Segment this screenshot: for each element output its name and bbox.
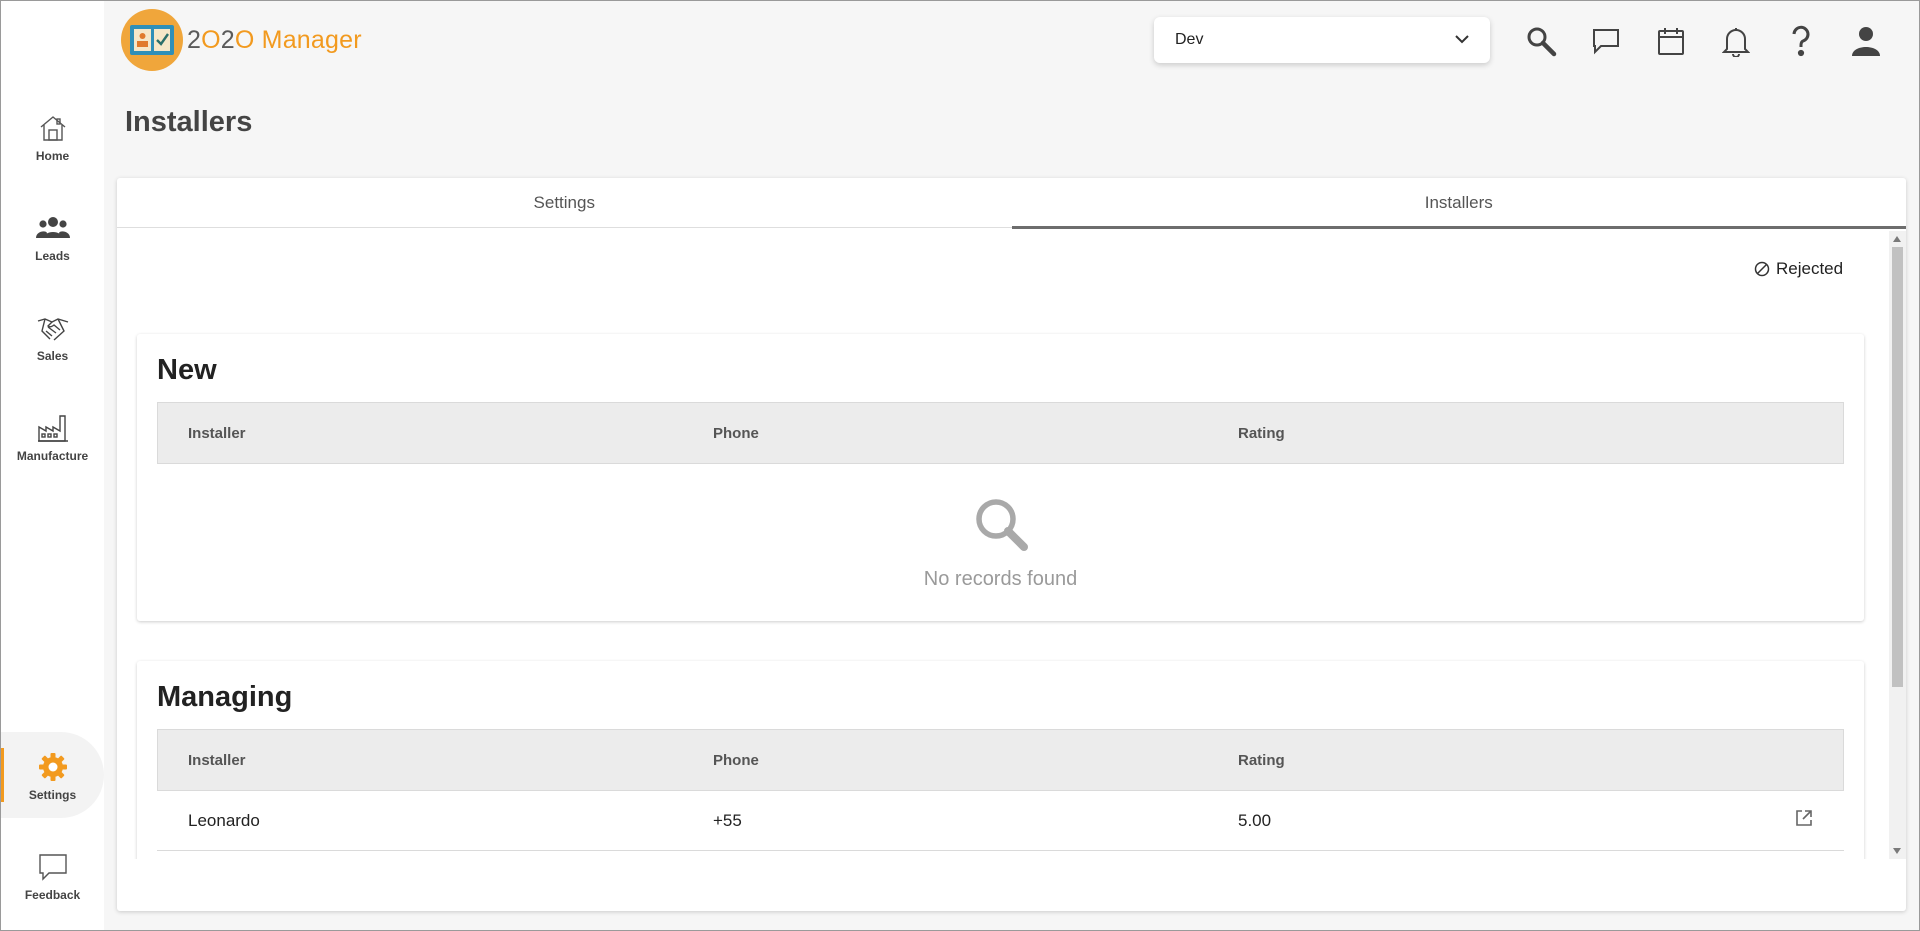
home-icon: [35, 110, 71, 146]
table-row[interactable]: Leonardo +55 5.00: [157, 791, 1844, 851]
section-title: New: [157, 354, 217, 386]
sidebar: Home Leads Sales Manufacture Settings Fe…: [1, 1, 104, 930]
handshake-icon: [35, 310, 71, 346]
rejected-label: Rejected: [1776, 259, 1844, 278]
sidebar-item-label: Settings: [28, 787, 77, 802]
user-icon[interactable]: [1846, 21, 1886, 61]
sidebar-item-manufacture[interactable]: Manufacture: [1, 393, 104, 479]
main-card: Settings Installers Rejected New Install…: [117, 178, 1906, 911]
chat-icon[interactable]: [1586, 21, 1626, 61]
column-header-installer[interactable]: Installer: [188, 425, 246, 442]
sidebar-item-home[interactable]: Home: [1, 93, 104, 179]
environment-select[interactable]: Dev: [1154, 17, 1490, 63]
search-icon[interactable]: [1521, 21, 1561, 61]
empty-state-text: No records found: [923, 568, 1078, 590]
people-icon: [35, 210, 71, 246]
table-header: Installer Phone Rating: [157, 729, 1844, 791]
header-toolbar: [1521, 21, 1911, 61]
logo-badge-icon: [121, 9, 183, 71]
scroll-down-icon[interactable]: [1893, 848, 1901, 854]
section-title: Managing: [157, 681, 293, 713]
environment-value: Dev: [1175, 31, 1204, 48]
open-in-new-icon[interactable]: [1794, 808, 1814, 833]
bell-icon[interactable]: [1716, 21, 1756, 61]
column-header-phone[interactable]: Phone: [713, 752, 759, 769]
sidebar-item-label: Home: [35, 148, 70, 163]
sidebar-item-sales[interactable]: Sales: [1, 293, 104, 379]
scroll-up-icon[interactable]: [1893, 236, 1901, 242]
column-header-rating[interactable]: Rating: [1238, 425, 1285, 442]
search-icon: [972, 495, 1030, 558]
table-header: Installer Phone Rating: [157, 402, 1844, 464]
sidebar-item-settings[interactable]: Settings: [1, 732, 104, 818]
sidebar-item-label: Manufacture: [16, 448, 89, 463]
rating-cell: 5.00: [1238, 810, 1272, 830]
empty-state: No records found: [157, 464, 1844, 622]
new-table: Installer Phone Rating No records found: [157, 402, 1844, 622]
vertical-scrollbar[interactable]: [1889, 231, 1906, 859]
scroll-thumb[interactable]: [1892, 247, 1903, 687]
column-header-installer[interactable]: Installer: [188, 752, 246, 769]
section-new: New Installer Phone Rating No records fo…: [137, 334, 1864, 621]
column-header-rating[interactable]: Rating: [1238, 752, 1285, 769]
rejected-button[interactable]: Rejected: [1754, 259, 1843, 279]
sidebar-item-leads[interactable]: Leads: [1, 193, 104, 279]
logo-text: 2O2O Manager: [187, 25, 362, 54]
sidebar-item-label: Leads: [35, 248, 70, 263]
tab-installers[interactable]: Installers: [1011, 178, 1907, 229]
tab-settings[interactable]: Settings: [117, 178, 1012, 228]
installer-cell: Leonardo: [188, 810, 260, 830]
phone-cell: +55: [713, 810, 742, 830]
chevron-down-icon: [1454, 31, 1470, 49]
factory-icon: [35, 410, 71, 446]
section-managing: Managing Installer Phone Rating Leonardo…: [137, 661, 1864, 859]
sidebar-item-label: Sales: [36, 348, 69, 363]
tab-bar: Settings Installers: [117, 178, 1907, 229]
scroll-area: Rejected New Installer Phone Rating No r…: [117, 231, 1906, 859]
managing-table: Installer Phone Rating Leonardo +55 5.00: [157, 729, 1844, 851]
help-icon[interactable]: [1781, 21, 1821, 61]
column-header-phone[interactable]: Phone: [713, 425, 759, 442]
gear-icon: [35, 749, 71, 785]
page-title: Installers: [125, 106, 253, 138]
block-icon: [1754, 261, 1770, 277]
sidebar-item-label: Feedback: [24, 887, 81, 902]
calendar-icon[interactable]: [1651, 21, 1691, 61]
app-logo[interactable]: 2O2O Manager: [121, 9, 362, 71]
comment-icon: [35, 849, 71, 885]
sidebar-item-feedback[interactable]: Feedback: [1, 832, 104, 918]
